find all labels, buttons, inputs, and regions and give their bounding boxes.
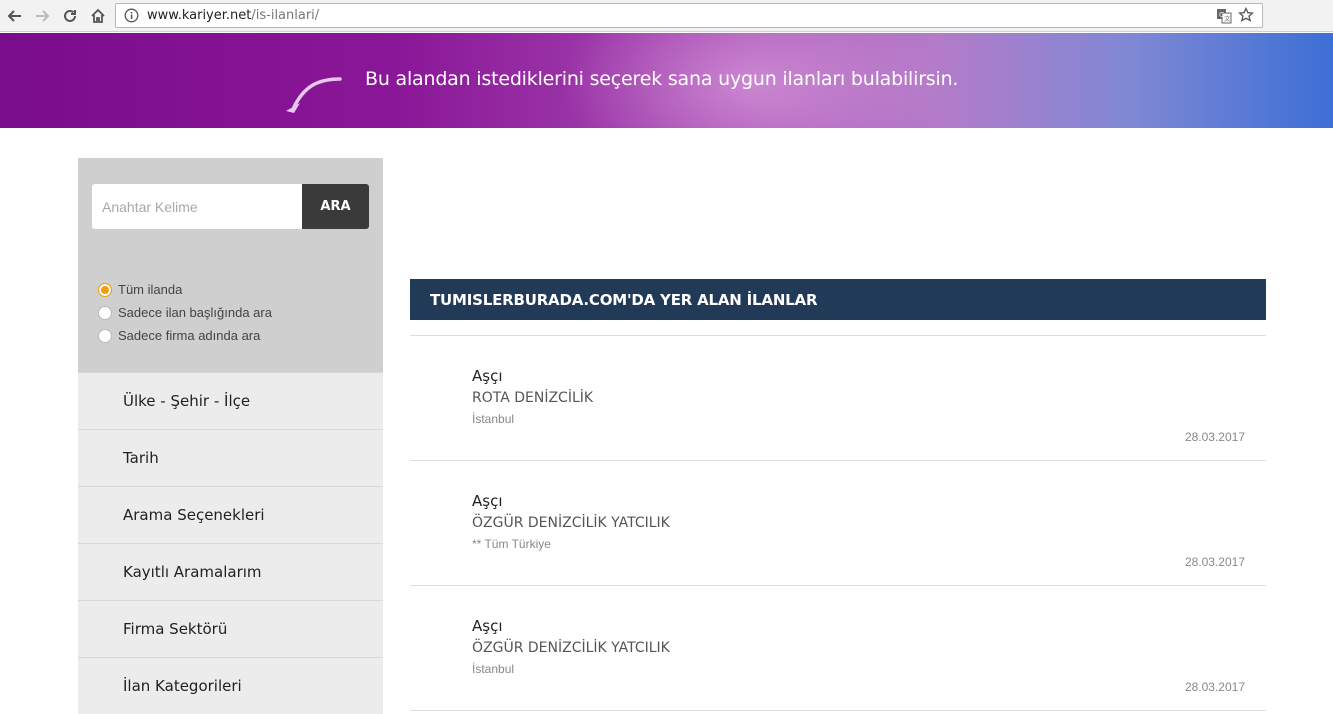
job-company[interactable]: ÖZGÜR DENİZCİLİK YATCILIK: [472, 515, 670, 531]
job-listing-item[interactable]: Aşçı ROTA DENİZCİLİK İstanbul 28.03.2017: [410, 336, 1266, 461]
info-icon[interactable]: [124, 8, 139, 23]
search-scope-all[interactable]: Tüm ilanda: [98, 278, 272, 301]
url-text: www.kariyer.net/is-ilanlari/: [147, 8, 319, 23]
filter-company-sector[interactable]: Firma Sektörü: [78, 600, 383, 657]
job-listing-item[interactable]: Aşçı ÖZGÜR DENİZCİLİK YATCILIK İstanbul …: [410, 586, 1266, 711]
filter-job-categories[interactable]: İlan Kategorileri: [78, 657, 383, 714]
curved-arrow-icon: [286, 77, 342, 113]
filter-list: Ülke - Şehir - İlçe Tarih Arama Seçenekl…: [78, 372, 383, 714]
radio-label: Tüm ilanda: [118, 282, 183, 297]
filter-location[interactable]: Ülke - Şehir - İlçe: [78, 372, 383, 429]
reload-icon[interactable]: [59, 5, 81, 27]
search-scope-title[interactable]: Sadece ilan başlığında ara: [98, 301, 272, 324]
filter-saved-searches[interactable]: Kayıtlı Aramalarım: [78, 543, 383, 600]
job-date: 28.03.2017: [1184, 555, 1245, 569]
radio-label: Sadece firma adında ara: [118, 328, 261, 343]
search-button[interactable]: ARA: [302, 184, 369, 229]
radio-checked[interactable]: [98, 282, 112, 297]
url-path: /is-ilanlari/: [251, 8, 320, 23]
job-location: ** Tüm Türkiye: [472, 537, 551, 551]
svg-text:文: 文: [1224, 15, 1230, 23]
keyword-search-input[interactable]: [92, 184, 302, 229]
job-location: İstanbul: [472, 412, 515, 426]
filter-date[interactable]: Tarih: [78, 429, 383, 486]
job-list: Aşçı ROTA DENİZCİLİK İstanbul 28.03.2017…: [410, 336, 1266, 711]
radio-unchecked[interactable]: [98, 328, 112, 343]
search-scope-company[interactable]: Sadece firma adında ara: [98, 324, 272, 347]
search-scope-options: Tüm ilanda Sadece ilan başlığında ara Sa…: [98, 278, 272, 347]
filter-sidebar: ARA Tüm ilanda Sadece ilan başlığında ar…: [78, 158, 383, 714]
job-date: 28.03.2017: [1184, 430, 1245, 444]
job-title[interactable]: Aşçı: [472, 617, 503, 635]
url-domain: www.kariyer.net: [147, 8, 252, 23]
filter-search-options[interactable]: Arama Seçenekleri: [78, 486, 383, 543]
translate-icon[interactable]: G文: [1216, 8, 1232, 24]
info-banner: Bu alandan istediklerini seçerek sana uy…: [0, 33, 1333, 128]
job-listing-item[interactable]: Aşçı ÖZGÜR DENİZCİLİK YATCILIK ** Tüm Tü…: [410, 461, 1266, 586]
job-title[interactable]: Aşçı: [472, 492, 503, 510]
job-company[interactable]: ROTA DENİZCİLİK: [472, 390, 593, 406]
job-location: İstanbul: [472, 662, 515, 676]
star-icon[interactable]: [1237, 6, 1255, 23]
radio-label: Sadece ilan başlığında ara: [118, 305, 272, 320]
job-title[interactable]: Aşçı: [472, 367, 503, 385]
listing-header: TUMISLERBURADA.COM'DA YER ALAN İLANLAR: [410, 279, 1266, 320]
forward-arrow-icon[interactable]: [31, 5, 53, 27]
back-arrow-icon[interactable]: [4, 5, 26, 27]
keyword-search: ARA: [92, 184, 369, 229]
home-icon[interactable]: [87, 5, 109, 27]
radio-unchecked[interactable]: [98, 305, 112, 320]
address-bar[interactable]: www.kariyer.net/is-ilanlari/ G文: [115, 3, 1263, 28]
job-date: 28.03.2017: [1184, 680, 1245, 694]
job-company[interactable]: ÖZGÜR DENİZCİLİK YATCILIK: [472, 640, 670, 656]
browser-toolbar: www.kariyer.net/is-ilanlari/ G文: [0, 0, 1333, 32]
banner-text: Bu alandan istediklerini seçerek sana uy…: [365, 68, 959, 90]
